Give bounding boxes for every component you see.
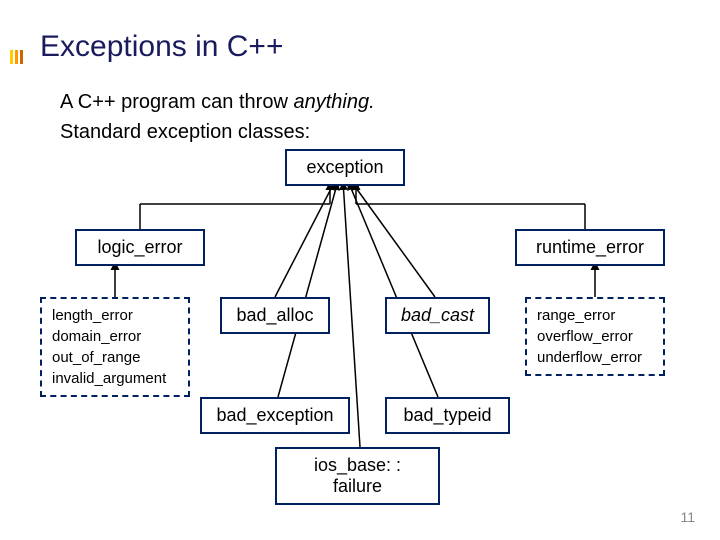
slide-title: Exceptions in C++ [40, 30, 680, 64]
intro-text-a: A C++ program can throw [60, 91, 293, 113]
node-bad-cast: bad_cast [385, 297, 490, 334]
node-bad-typeid: bad_typeid [385, 397, 510, 434]
child-out-of-range: out_of_range [52, 347, 178, 368]
child-domain-error: domain_error [52, 326, 178, 347]
node-ios-base-failure: ios_base: : failure [275, 447, 440, 505]
child-length-error: length_error [52, 305, 178, 326]
intro-line-2: Standard exception classes: [60, 119, 680, 145]
intro-line-1: A C++ program can throw anything. [60, 89, 680, 115]
intro-text-b: anything. [293, 91, 374, 113]
child-underflow-error: underflow_error [537, 347, 653, 368]
child-range-error: range_error [537, 305, 653, 326]
node-runtime-error: runtime_error [515, 229, 665, 266]
runtime-error-children: range_error overflow_error underflow_err… [525, 297, 665, 376]
exception-hierarchy-diagram: exception logic_error runtime_error leng… [40, 149, 680, 489]
child-overflow-error: overflow_error [537, 326, 653, 347]
node-logic-error: logic_error [75, 229, 205, 266]
child-invalid-argument: invalid_argument [52, 368, 178, 389]
node-bad-alloc: bad_alloc [220, 297, 330, 334]
node-bad-exception: bad_exception [200, 397, 350, 434]
node-exception: exception [285, 149, 405, 186]
accent-bars [10, 50, 23, 64]
page-number: 11 [680, 509, 695, 525]
logic-error-children: length_error domain_error out_of_range i… [40, 297, 190, 397]
